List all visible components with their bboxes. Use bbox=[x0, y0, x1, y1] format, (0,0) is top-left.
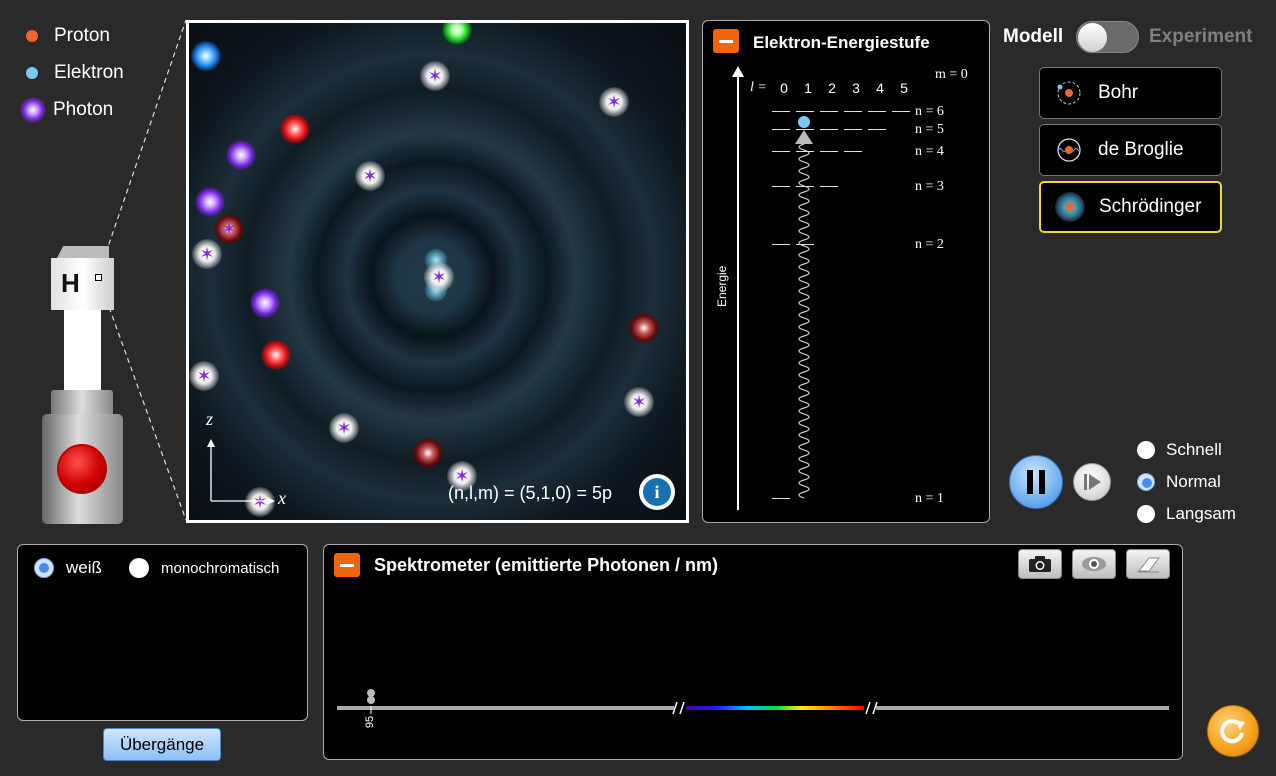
mode-experiment-label[interactable]: Experiment bbox=[1149, 26, 1252, 48]
photon-particle bbox=[280, 114, 310, 144]
radio-fast[interactable] bbox=[1137, 441, 1155, 459]
photon-particle bbox=[226, 140, 256, 170]
speed-fast-label: Schnell bbox=[1166, 440, 1222, 459]
erase-button[interactable] bbox=[1126, 549, 1170, 579]
level-label-n3: n = 3 bbox=[915, 179, 944, 194]
photon-particle: ✶ bbox=[192, 239, 222, 269]
light-option-mono[interactable]: monochromatisch bbox=[129, 558, 279, 578]
photon-particle bbox=[261, 340, 291, 370]
state-formula: (n,l,m) = (5,1,0) = 5p bbox=[448, 483, 613, 503]
transitions-button-label: Übergänge bbox=[119, 734, 205, 754]
radio-mono[interactable] bbox=[129, 558, 149, 578]
hydrogen-box: H bbox=[51, 246, 114, 310]
light-gun bbox=[42, 414, 123, 524]
collapse-spectrometer-button[interactable] bbox=[334, 553, 360, 577]
model-bohr-button[interactable]: Bohr bbox=[1039, 67, 1222, 119]
light-control-panel: weiß monochromatisch bbox=[17, 544, 308, 721]
atom-view: ✶ ✶ ✶ ✶ ✶ ✶ ✶ ✶ ✶ ✶ ✶ z x (n,l,m) = (5,1… bbox=[186, 20, 689, 523]
speed-option-slow[interactable]: Langsam bbox=[1137, 504, 1236, 524]
level-label-n1: n = 1 bbox=[915, 491, 944, 506]
reset-button[interactable] bbox=[1207, 705, 1259, 757]
l-value: 5 bbox=[900, 80, 908, 96]
model-schroedinger-label: Schrödinger bbox=[1099, 196, 1202, 217]
radio-white[interactable] bbox=[34, 558, 54, 578]
level-label-n2: n = 2 bbox=[915, 237, 944, 252]
gun-tube bbox=[64, 310, 101, 390]
hydrogen-label: H bbox=[61, 268, 80, 298]
photon-particle bbox=[250, 288, 280, 318]
gun-neck bbox=[51, 390, 113, 416]
mode-model-label[interactable]: Modell bbox=[1003, 26, 1063, 48]
speed-slow-label: Langsam bbox=[1166, 504, 1236, 523]
photon-particle bbox=[629, 313, 659, 343]
energy-axis-label: Energie bbox=[715, 265, 729, 307]
photon-particle: ✶ bbox=[355, 161, 385, 191]
l-value: 2 bbox=[828, 80, 836, 96]
schroedinger-atom-icon bbox=[1055, 192, 1085, 222]
mode-toggle[interactable] bbox=[1076, 21, 1139, 53]
speed-option-fast[interactable]: Schnell bbox=[1137, 440, 1222, 460]
l-value: 1 bbox=[804, 80, 812, 96]
level-label-n5: n = 5 bbox=[915, 122, 944, 137]
light-mono-label: monochromatisch bbox=[161, 559, 280, 577]
l-value: 0 bbox=[780, 80, 788, 96]
absorption-wave bbox=[798, 143, 810, 499]
photon-particle: ✶ bbox=[424, 262, 454, 292]
info-icon: i bbox=[643, 478, 671, 506]
level-label-n4: n = 4 bbox=[915, 144, 944, 159]
photon-particle: ✶ bbox=[329, 413, 359, 443]
pause-button[interactable] bbox=[1009, 455, 1063, 509]
photon-particle bbox=[195, 187, 225, 217]
l-label: l = bbox=[750, 80, 767, 95]
photon-particle: ✶ bbox=[189, 361, 219, 391]
spectrum-tick-label: 95 bbox=[364, 715, 376, 729]
snapshot-button[interactable] bbox=[1018, 549, 1062, 579]
photon-particle: ✶ bbox=[599, 87, 629, 117]
photon-particle: ✶ bbox=[214, 214, 244, 244]
step-button[interactable] bbox=[1073, 463, 1111, 501]
view-snapshots-button[interactable] bbox=[1072, 549, 1116, 579]
eraser-icon bbox=[1137, 557, 1161, 573]
l-value: 3 bbox=[852, 80, 860, 96]
gun-fire-button[interactable] bbox=[57, 444, 107, 494]
transition-arrow-icon bbox=[795, 130, 813, 144]
x-axis-label: x bbox=[278, 488, 286, 508]
model-schroedinger-button[interactable]: Schrödinger bbox=[1039, 181, 1222, 233]
photon-particle: ✶ bbox=[624, 387, 654, 417]
photon-particle bbox=[191, 41, 221, 71]
l-values: 0 1 2 3 4 5 bbox=[772, 80, 916, 96]
collapse-energy-button[interactable] bbox=[713, 29, 739, 53]
reset-icon bbox=[1220, 719, 1245, 744]
electron-marker bbox=[798, 116, 810, 128]
radio-normal[interactable] bbox=[1137, 473, 1155, 491]
l-value: 4 bbox=[876, 80, 884, 96]
info-button[interactable]: i bbox=[639, 474, 675, 510]
transitions-button[interactable]: Übergänge bbox=[103, 728, 221, 761]
radio-slow[interactable] bbox=[1137, 505, 1155, 523]
level-label-n6: n = 6 bbox=[915, 104, 944, 119]
spectrum-axis bbox=[337, 701, 1169, 715]
m-label: m = 0 bbox=[935, 67, 968, 82]
photon-particle bbox=[413, 438, 443, 468]
step-icon bbox=[1083, 474, 1101, 490]
spectrum-photon-dot bbox=[367, 696, 375, 704]
camera-icon bbox=[1029, 556, 1051, 572]
z-axis-label: z bbox=[206, 409, 214, 429]
eye-icon bbox=[1082, 557, 1106, 571]
model-bohr-label: Bohr bbox=[1098, 82, 1139, 103]
model-de-broglie-button[interactable]: de Broglie bbox=[1039, 124, 1222, 176]
photon-particle bbox=[442, 23, 472, 45]
pause-icon bbox=[1027, 470, 1045, 494]
speed-normal-label: Normal bbox=[1166, 472, 1221, 491]
light-white-label: weiß bbox=[66, 558, 102, 577]
speed-option-normal[interactable]: Normal bbox=[1137, 472, 1221, 492]
photon-particle: ✶ bbox=[420, 61, 450, 91]
model-de-broglie-label: de Broglie bbox=[1098, 139, 1184, 160]
spectrometer-title: Spektrometer (emittierte Photonen / nm) bbox=[374, 555, 719, 575]
bohr-atom-icon bbox=[1054, 78, 1084, 108]
energy-title: Elektron-Energiestufe bbox=[753, 33, 930, 52]
light-option-white[interactable]: weiß bbox=[34, 558, 102, 578]
energy-axis bbox=[732, 66, 744, 510]
de-broglie-atom-icon bbox=[1054, 135, 1084, 165]
